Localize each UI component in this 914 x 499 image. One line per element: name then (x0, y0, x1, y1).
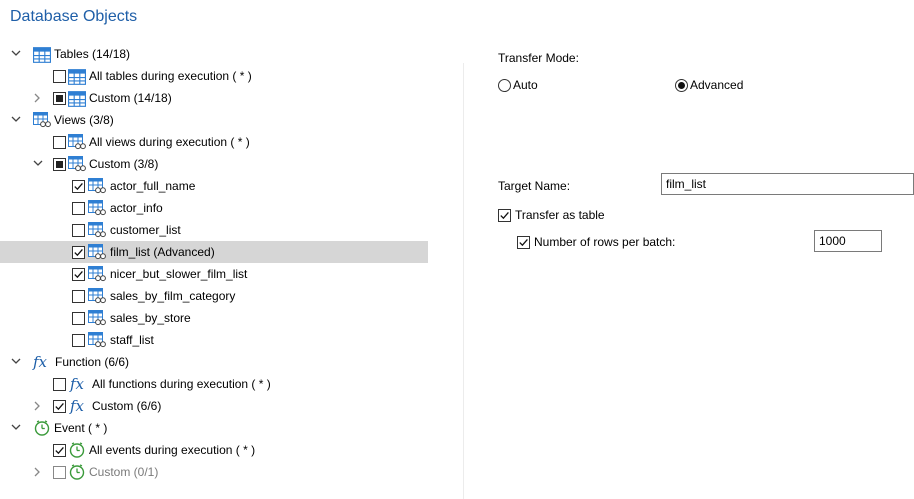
database-objects-tree: Tables (14/18) All tables during executi… (0, 43, 428, 483)
tree-node-label: Custom (3/8) (89, 157, 159, 171)
view-item[interactable]: sales_by_store (0, 307, 428, 329)
view-item-checkbox[interactable] (72, 334, 85, 347)
table-icon (68, 69, 86, 85)
view-icon (88, 200, 106, 216)
view-icon (88, 244, 106, 260)
view-item-label: sales_by_store (110, 311, 191, 325)
tree-node-label: Custom (14/18) (89, 91, 172, 105)
function-icon: fx (70, 397, 85, 415)
view-item[interactable]: sales_by_film_category (0, 285, 428, 307)
view-item-checkbox[interactable] (72, 224, 85, 237)
view-item[interactable]: customer_list (0, 219, 428, 241)
panel-divider (463, 63, 464, 499)
view-item-label: actor_info (110, 201, 163, 215)
chevron-right-icon[interactable] (34, 461, 41, 483)
transfer-mode-label: Transfer Mode: (498, 51, 579, 65)
view-item[interactable]: nicer_but_slower_film_list (0, 263, 428, 285)
chevron-right-icon[interactable] (34, 395, 41, 417)
panel-title: Database Objects (10, 8, 138, 25)
tree-node-tables[interactable]: Tables (14/18) (0, 43, 428, 65)
view-item-checkbox[interactable] (72, 268, 85, 281)
tree-node-label: All views during execution ( * ) (89, 135, 250, 149)
transfer-as-table-label[interactable]: Transfer as table (515, 208, 605, 222)
view-icon (88, 288, 106, 304)
view-icon (88, 332, 106, 348)
chevron-down-icon[interactable] (11, 43, 21, 65)
view-item-label: sales_by_film_category (110, 289, 236, 303)
tree-node-label: All events during execution ( * ) (89, 443, 256, 457)
function-custom-checkbox[interactable] (53, 400, 66, 413)
tree-node-views[interactable]: Views (3/8) (0, 109, 428, 131)
clock-icon (68, 442, 86, 458)
tree-node-label: Tables (14/18) (54, 47, 131, 61)
tree-node-event-custom[interactable]: Custom (0/1) (0, 461, 428, 483)
table-icon (68, 91, 86, 107)
view-icon (68, 156, 86, 172)
views-custom-checkbox[interactable] (53, 158, 66, 171)
tree-node-event[interactable]: Event ( * ) (0, 417, 428, 439)
table-icon (33, 47, 51, 63)
tree-node-label: All functions during execution ( * ) (92, 377, 271, 391)
view-icon (88, 266, 106, 282)
function-icon: fx (70, 375, 85, 393)
view-item-checkbox[interactable] (72, 246, 85, 259)
rows-per-batch-label[interactable]: Number of rows per batch: (534, 235, 675, 249)
tree-node-all-views[interactable]: All views during execution ( * ) (0, 131, 428, 153)
mode-advanced-label[interactable]: Advanced (690, 78, 743, 92)
view-item-checkbox[interactable] (72, 290, 85, 303)
view-item-label: nicer_but_slower_film_list (110, 267, 248, 281)
tree-node-label: All tables during execution ( * ) (89, 69, 252, 83)
event-custom-checkbox[interactable] (53, 466, 66, 479)
mode-auto-radio[interactable] (498, 79, 511, 92)
chevron-right-icon[interactable] (34, 87, 41, 109)
view-item-label: customer_list (110, 223, 181, 237)
chevron-down-icon[interactable] (11, 417, 21, 439)
rows-per-batch-checkbox[interactable] (517, 236, 530, 249)
tree-node-all-tables[interactable]: All tables during execution ( * ) (0, 65, 428, 87)
rows-per-batch-input[interactable]: 1000 (814, 230, 882, 252)
tree-node-label: Event ( * ) (54, 421, 108, 435)
tree-node-label: Views (3/8) (54, 113, 114, 127)
tree-node-tables-custom[interactable]: Custom (14/18) (0, 87, 428, 109)
mode-advanced-radio[interactable] (675, 79, 688, 92)
view-item[interactable]: actor_info (0, 197, 428, 219)
view-icon (88, 222, 106, 238)
view-item-checkbox[interactable] (72, 180, 85, 193)
view-item[interactable]: actor_full_name (0, 175, 428, 197)
chevron-down-icon[interactable] (33, 153, 43, 175)
view-item[interactable]: staff_list (0, 329, 428, 351)
target-name-input[interactable]: film_list (661, 173, 914, 195)
tree-node-all-events[interactable]: All events during execution ( * ) (0, 439, 428, 461)
function-icon: fx (33, 353, 48, 371)
view-icon (68, 134, 86, 150)
view-icon (88, 310, 106, 326)
view-icon (33, 112, 51, 128)
tree-node-views-custom[interactable]: Custom (3/8) (0, 153, 428, 175)
view-item-selected[interactable]: film_list (Advanced) (0, 241, 428, 263)
tree-node-function-custom[interactable]: fx Custom (6/6) (0, 395, 428, 417)
tree-node-all-functions[interactable]: fx All functions during execution ( * ) (0, 373, 428, 395)
view-icon (88, 178, 106, 194)
all-tables-checkbox[interactable] (53, 70, 66, 83)
chevron-down-icon[interactable] (11, 351, 21, 373)
mode-auto-label[interactable]: Auto (513, 78, 538, 92)
tables-custom-checkbox[interactable] (53, 92, 66, 105)
view-item-checkbox[interactable] (72, 202, 85, 215)
clock-icon (68, 464, 86, 480)
chevron-down-icon[interactable] (11, 109, 21, 131)
tree-node-label: Function (6/6) (55, 355, 130, 369)
target-name-label: Target Name: (498, 179, 571, 193)
all-views-checkbox[interactable] (53, 136, 66, 149)
view-item-label: actor_full_name (110, 179, 196, 193)
tree-node-label: Custom (0/1) (89, 465, 159, 479)
view-item-label: staff_list (110, 333, 154, 347)
all-events-checkbox[interactable] (53, 444, 66, 457)
transfer-as-table-checkbox[interactable] (498, 209, 511, 222)
tree-node-function[interactable]: fx Function (6/6) (0, 351, 428, 373)
clock-icon (33, 420, 51, 436)
all-functions-checkbox[interactable] (53, 378, 66, 391)
view-item-checkbox[interactable] (72, 312, 85, 325)
view-item-label: film_list (Advanced) (110, 245, 215, 259)
tree-node-label: Custom (6/6) (92, 399, 162, 413)
